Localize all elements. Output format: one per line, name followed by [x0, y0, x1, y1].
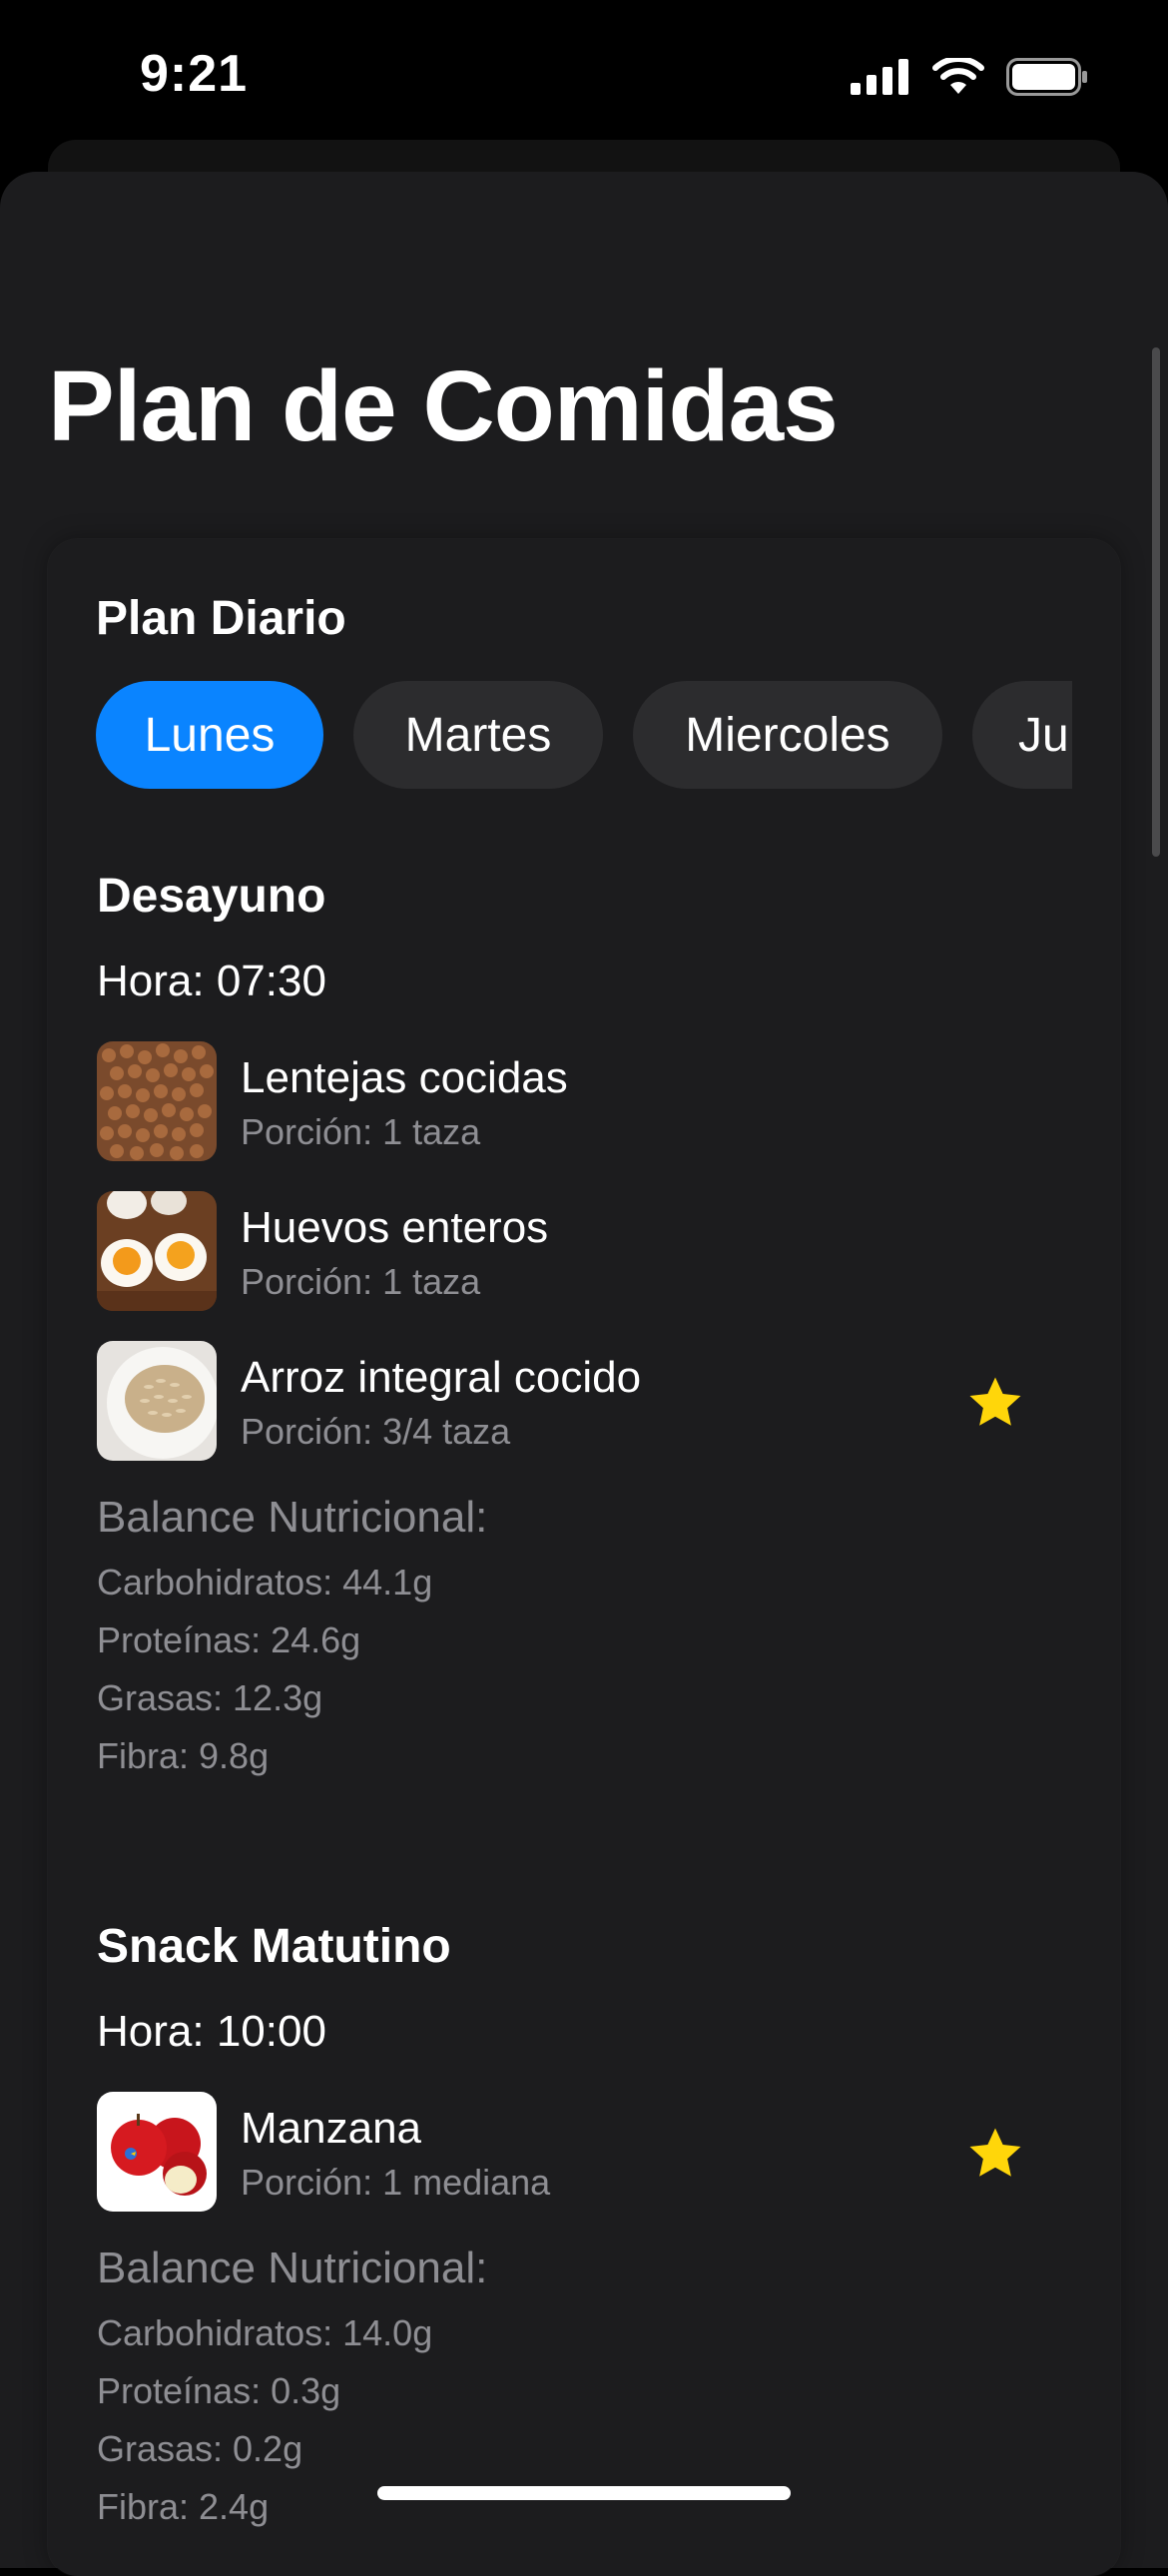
day-tab-martes[interactable]: Martes	[353, 681, 603, 789]
food-portion: Porción: 1 mediana	[241, 2162, 551, 2203]
meal-title: Snack Matutino	[97, 1920, 451, 1973]
favorite-star-icon[interactable]	[965, 1373, 1025, 1433]
nutrition-protein: Proteínas: 24.6g	[97, 1619, 361, 1660]
nutrition-title: Balance Nutricional:	[97, 2244, 488, 2292]
scroll-indicator[interactable]	[1152, 347, 1160, 857]
food-item[interactable]: Lentejas cocidas Porción: 1 taza	[97, 1041, 1025, 1161]
status-icons	[851, 58, 1088, 96]
food-name: Arroz integral cocido	[241, 1353, 642, 1402]
nutrition-carbs: Carbohidratos: 14.0g	[97, 2312, 433, 2353]
cellular-signal-icon	[851, 59, 908, 95]
food-portion: Porción: 1 taza	[241, 1261, 481, 1302]
meal-time: Hora: 10:00	[97, 2007, 326, 2056]
day-selector[interactable]: Lunes Martes Miercoles Ju	[96, 681, 1072, 791]
page-title: Plan de Comidas	[48, 350, 839, 462]
food-name: Manzana	[241, 2104, 422, 2153]
status-time: 9:21	[140, 45, 249, 103]
nutrition-fat: Grasas: 0.2g	[97, 2428, 303, 2469]
food-portion: Porción: 3/4 taza	[241, 1411, 511, 1452]
favorite-star-icon[interactable]	[965, 2124, 1025, 2184]
plan-title: Plan Diario	[96, 592, 346, 645]
wifi-icon	[932, 58, 984, 94]
apple-image	[97, 2092, 217, 2212]
nutrition-fiber: Fibra: 2.4g	[97, 2486, 270, 2527]
eggs-image	[97, 1191, 217, 1311]
nutrition-carbs: Carbohidratos: 44.1g	[97, 1562, 433, 1603]
nutrition-protein: Proteínas: 0.3g	[97, 2370, 341, 2411]
food-item[interactable]: Arroz integral cocido Porción: 3/4 taza	[97, 1341, 1025, 1461]
battery-icon	[1006, 58, 1087, 96]
food-name: Huevos enteros	[241, 1203, 549, 1252]
lentils-image	[97, 1041, 217, 1161]
day-tab-lunes[interactable]: Lunes	[96, 681, 323, 789]
day-tab-jueves[interactable]: Ju	[972, 681, 1072, 789]
status-bar: 9:21	[0, 0, 1168, 150]
food-portion: Porción: 1 taza	[241, 1111, 481, 1152]
rice-image	[97, 1341, 217, 1461]
food-item[interactable]: Manzana Porción: 1 mediana	[97, 2092, 1025, 2212]
day-tab-miercoles[interactable]: Miercoles	[633, 681, 942, 789]
food-name: Lentejas cocidas	[241, 1053, 568, 1102]
nutrition-fat: Grasas: 12.3g	[97, 1677, 323, 1718]
nutrition-title: Balance Nutricional:	[97, 1493, 488, 1542]
home-indicator[interactable]	[377, 2486, 791, 2500]
nutrition-fiber: Fibra: 9.8g	[97, 1735, 270, 1776]
food-item[interactable]: Huevos enteros Porción: 1 taza	[97, 1191, 1025, 1311]
meal-title: Desayuno	[97, 870, 326, 923]
meal-time: Hora: 07:30	[97, 957, 326, 1005]
